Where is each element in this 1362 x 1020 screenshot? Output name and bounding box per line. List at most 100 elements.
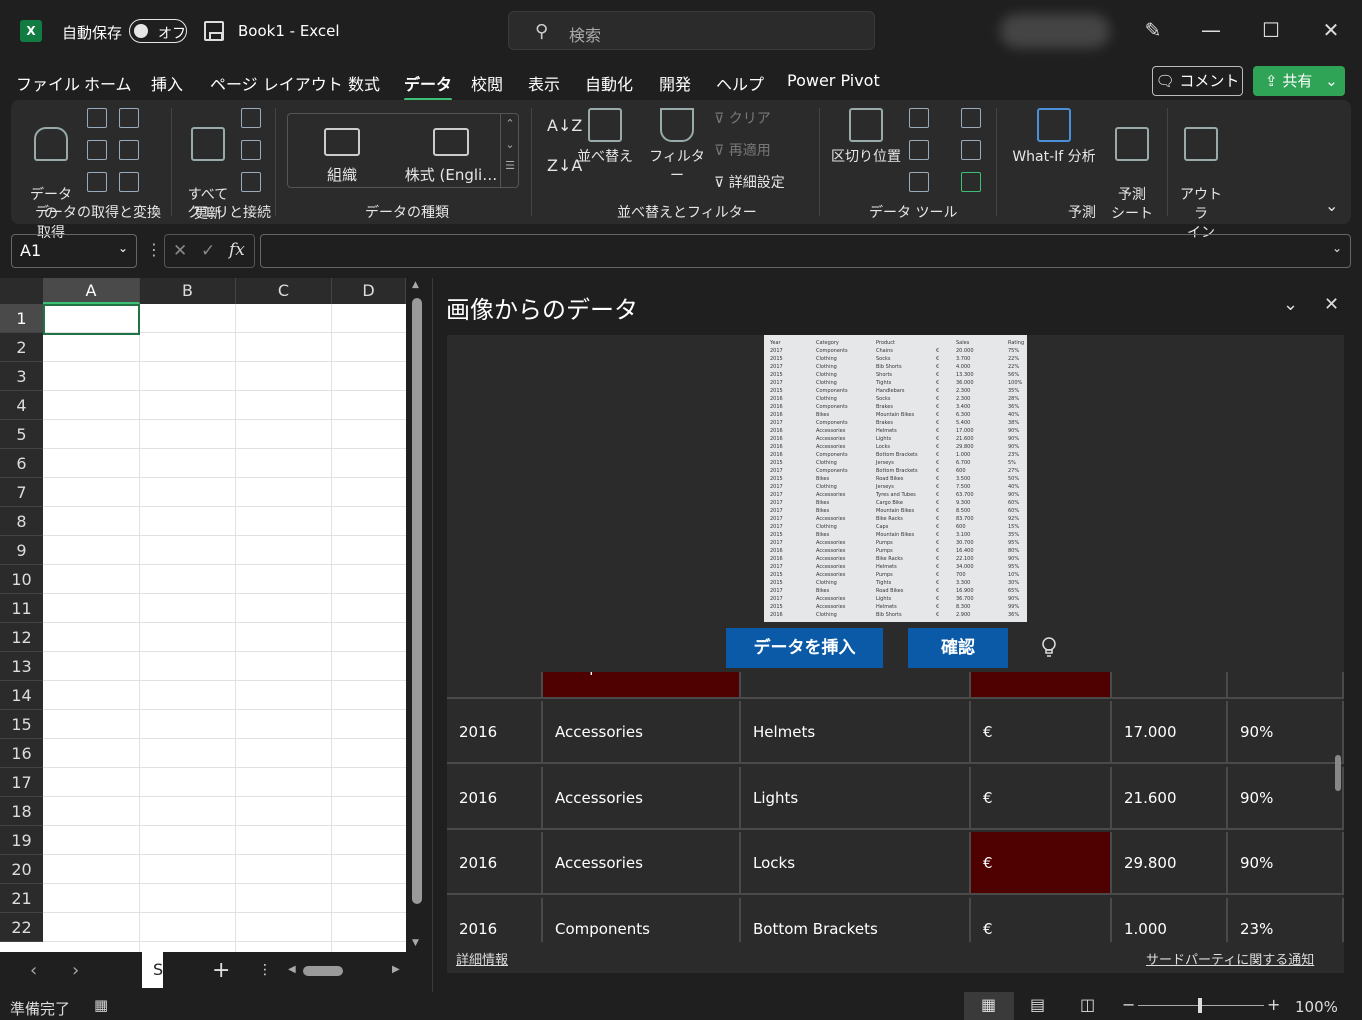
close-icon[interactable]: ✕ (1316, 18, 1346, 42)
page-break-view-icon[interactable]: ◫ (1080, 995, 1095, 1014)
tab-data[interactable]: データ (404, 71, 453, 101)
table-cell-sales[interactable]: 29.800 (1112, 832, 1228, 895)
table-row[interactable]: 2016 Accessories Helmets €17.000 90% (447, 701, 1344, 766)
from-text-icon[interactable] (87, 108, 107, 128)
table-cell-rating[interactable]: 90% (1228, 832, 1344, 895)
tab-help[interactable]: ヘルプ (716, 71, 764, 95)
selected-cell-a1[interactable] (43, 304, 140, 335)
relationships-icon[interactable] (961, 140, 981, 160)
table-cell-cur[interactable]: € (971, 766, 1112, 830)
accessibility-icon[interactable]: ▦ (94, 996, 108, 1014)
pane-scroll-thumb[interactable] (1335, 755, 1341, 791)
formula-input[interactable]: ⌄ (260, 234, 1351, 268)
more-info-link[interactable]: 詳細情報 (456, 949, 508, 968)
row-header[interactable]: 2 (0, 333, 43, 362)
sheet-prev-icon[interactable]: ‹ (30, 960, 37, 981)
data-type-stocks[interactable]: 株式 (Engli… (396, 128, 506, 185)
column-header-a[interactable]: A (43, 278, 140, 304)
table-cell-category[interactable]: Accessories (543, 832, 741, 895)
scroll-right-icon[interactable]: ▶ (392, 964, 400, 975)
tab-home[interactable]: ホーム (84, 71, 132, 95)
filter-button[interactable]: フィルター (645, 108, 709, 186)
search-input[interactable]: ⚲ 検索 (508, 11, 875, 50)
cancel-icon[interactable]: ✕ (173, 241, 187, 261)
table-cell-product[interactable]: Lights (741, 766, 971, 830)
zoom-in-icon[interactable]: + (1267, 995, 1280, 1014)
autosave-toggle[interactable]: オフ (129, 19, 187, 43)
table-cell-year[interactable]: 2016 (447, 766, 543, 830)
consolidate-icon[interactable] (961, 108, 981, 128)
table-cell-sales[interactable]: 21.600 (1112, 766, 1228, 830)
row-header[interactable]: 5 (0, 420, 43, 449)
page-layout-view-icon[interactable]: ▤ (1030, 995, 1045, 1014)
table-cell-category[interactable]: Components (543, 672, 741, 699)
table-cell-cur[interactable]: € (971, 832, 1112, 895)
column-header-c[interactable]: C (236, 278, 332, 304)
table-cell-year[interactable]: 2016 (447, 897, 543, 942)
insert-function-icon[interactable]: fx (229, 240, 245, 260)
gallery-scroll[interactable]: ⌃ ⌄ ☰ (500, 113, 519, 188)
properties-icon[interactable] (241, 140, 261, 160)
select-all-corner[interactable] (0, 278, 43, 304)
table-row[interactable]: 2016 Components Bottom Brackets €1.000 23% (447, 897, 1344, 942)
row-header[interactable]: 1 (0, 304, 43, 333)
row-header[interactable]: 6 (0, 449, 43, 478)
row-header[interactable]: 12 (0, 623, 43, 652)
table-row[interactable]: 2017ComponentsBrakes 5.40038% (447, 672, 1344, 701)
enter-icon[interactable]: ✓ (201, 241, 215, 261)
add-sheet-icon[interactable]: + (212, 958, 230, 983)
third-party-notice-link[interactable]: サードパーティに関する通知 (1146, 949, 1314, 968)
tab-review[interactable]: 校閲 (471, 71, 503, 95)
table-cell-sales[interactable]: 17.000 (1112, 701, 1228, 764)
maximize-icon[interactable]: ☐ (1256, 18, 1286, 42)
text-to-columns-button[interactable]: 区切り位置 (829, 108, 903, 167)
row-header[interactable]: 13 (0, 652, 43, 681)
data-validation-icon[interactable] (909, 172, 929, 192)
row-header[interactable]: 16 (0, 739, 43, 768)
row-header[interactable]: 7 (0, 478, 43, 507)
tab-automate[interactable]: 自動化 (585, 71, 633, 95)
table-cell-category[interactable]: Accessories (543, 701, 741, 764)
table-cell-cur[interactable]: € (971, 897, 1112, 942)
table-cell-product[interactable]: Brakes (741, 672, 971, 699)
name-box[interactable]: A1 ⌄ (11, 234, 137, 268)
existing-connections-icon[interactable] (119, 140, 139, 160)
row-header[interactable]: 19 (0, 826, 43, 855)
comment-button[interactable]: 🗨 コメント (1152, 66, 1243, 96)
outline-button[interactable]: アウトラ イン (1175, 108, 1227, 243)
chevron-up-icon[interactable]: ⌃ (501, 117, 519, 130)
confirm-button[interactable]: 確認 (908, 628, 1008, 668)
save-icon[interactable] (204, 21, 224, 41)
table-cell-rating[interactable]: 38% (1228, 672, 1344, 699)
queries-connections-icon[interactable] (241, 108, 261, 128)
account-avatar[interactable] (1000, 14, 1110, 48)
insert-data-button[interactable]: データを挿入 (726, 628, 883, 668)
pane-close-icon[interactable]: ✕ (1324, 294, 1339, 315)
data-model-icon[interactable] (961, 172, 981, 192)
zoom-level[interactable]: 100% (1295, 998, 1338, 1016)
sheet-next-icon[interactable]: › (72, 960, 79, 981)
remove-duplicates-icon[interactable] (909, 140, 929, 160)
tab-power-pivot[interactable]: Power Pivot (787, 71, 880, 90)
normal-view-button[interactable]: ▦ (964, 992, 1014, 1020)
table-cell-year[interactable]: 2017 (447, 672, 543, 699)
data-type-organization[interactable]: 組織 (314, 128, 370, 185)
zoom-out-icon[interactable]: − (1122, 995, 1135, 1014)
scroll-down-icon[interactable]: ▼ (412, 938, 419, 948)
from-web-icon[interactable] (87, 140, 107, 160)
tab-developer[interactable]: 開発 (659, 71, 691, 95)
tab-page-layout[interactable]: ページ レイアウト (210, 71, 343, 95)
more-icon[interactable]: ☰ (501, 159, 519, 172)
table-cell-year[interactable]: 2016 (447, 701, 543, 764)
table-cell-category[interactable]: Components (543, 897, 741, 942)
table-cell-sales[interactable]: 1.000 (1112, 897, 1228, 942)
from-table-icon[interactable] (87, 172, 107, 192)
row-header[interactable]: 21 (0, 884, 43, 913)
table-cell-sales[interactable]: 5.400 (1112, 672, 1228, 699)
ribbon-collapse-icon[interactable]: ⌄ (1325, 196, 1338, 215)
chevron-down-icon[interactable]: ⌄ (1332, 241, 1342, 255)
what-if-button[interactable]: What-If 分析 (1005, 108, 1103, 167)
from-picture-icon[interactable] (119, 172, 139, 192)
vertical-scroll-thumb[interactable] (412, 298, 422, 904)
horizontal-scroll-thumb[interactable] (303, 966, 343, 976)
